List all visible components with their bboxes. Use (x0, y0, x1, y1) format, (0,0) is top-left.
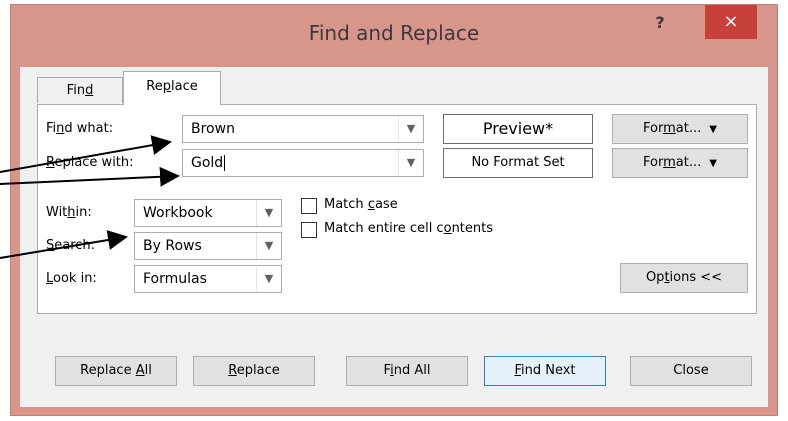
replace-format-button[interactable]: Format... ▼ (612, 148, 748, 178)
chevron-down-icon[interactable]: ▼ (398, 150, 423, 176)
find-what-combo[interactable]: Brown ▼ (182, 115, 424, 143)
find-next-button[interactable]: Find Next (484, 356, 606, 386)
chevron-down-icon[interactable]: ▼ (256, 266, 281, 292)
chevron-down-icon[interactable]: ▼ (398, 116, 423, 142)
match-entire-cell-checkbox[interactable] (301, 222, 317, 238)
replace-format-preview: No Format Set (443, 148, 593, 178)
triangle-down-icon[interactable]: ▼ (709, 124, 717, 135)
within-label: Within: (46, 205, 92, 220)
look-in-label: Look in: (46, 271, 97, 286)
replace-tab-panel: Find what: Brown ▼ Preview* Format... ▼ R… (37, 104, 757, 314)
find-format-preview: Preview* (443, 114, 593, 144)
replace-with-combo[interactable]: Gold ▼ (182, 149, 424, 177)
within-select[interactable]: Workbook ▼ (134, 199, 282, 227)
replace-button[interactable]: Replace (193, 356, 315, 386)
tab-replace[interactable]: Replace (123, 71, 221, 105)
find-format-button[interactable]: Format... ▼ (612, 114, 748, 144)
help-button[interactable]: ? (645, 9, 675, 37)
find-what-label: Find what: (46, 121, 114, 136)
search-label: Search: (46, 238, 96, 253)
tab-find[interactable]: Find (37, 77, 123, 103)
replace-with-label: Replace with: (46, 155, 134, 170)
look-in-value: Formulas (143, 271, 207, 287)
find-replace-dialog: Find and Replace ? × Find Replace Find w… (10, 4, 778, 416)
text-cursor (224, 155, 226, 171)
close-button[interactable]: Close (630, 356, 752, 386)
within-value: Workbook (143, 205, 213, 221)
replace-all-button[interactable]: Replace All (55, 356, 177, 386)
close-window-button[interactable]: × (705, 5, 757, 39)
match-case-label[interactable]: Match case (324, 197, 398, 212)
search-value: By Rows (143, 238, 202, 254)
replace-with-value: Gold (191, 155, 224, 171)
triangle-down-icon[interactable]: ▼ (709, 158, 717, 169)
dialog-client-area: Find Replace Find what: Brown ▼ Preview*… (20, 67, 768, 407)
match-entire-cell-label[interactable]: Match entire cell contents (324, 221, 493, 236)
chevron-down-icon[interactable]: ▼ (256, 200, 281, 226)
chevron-down-icon[interactable]: ▼ (256, 233, 281, 259)
look-in-select[interactable]: Formulas ▼ (134, 265, 282, 293)
title-bar[interactable]: Find and Replace ? × (11, 5, 777, 61)
search-select[interactable]: By Rows ▼ (134, 232, 282, 260)
find-all-button[interactable]: Find All (346, 356, 468, 386)
options-button[interactable]: Options << (620, 263, 748, 293)
match-case-checkbox[interactable] (301, 198, 317, 214)
find-what-value: Brown (191, 121, 235, 137)
close-icon: × (723, 11, 739, 32)
